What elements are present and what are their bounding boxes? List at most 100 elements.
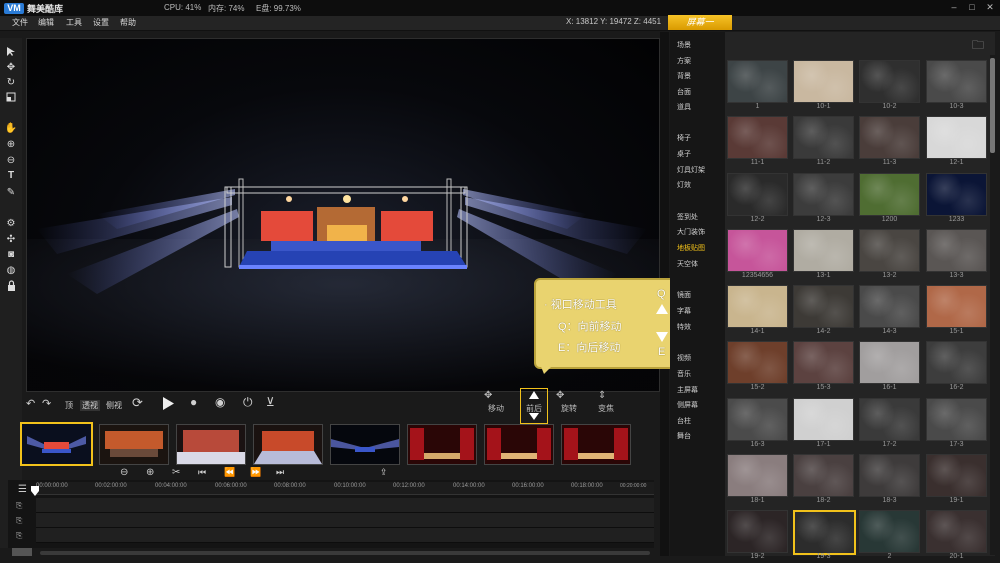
- texture-swatch[interactable]: [727, 116, 788, 159]
- scissors-icon[interactable]: ✂: [172, 467, 180, 478]
- texture-swatch[interactable]: [793, 454, 854, 497]
- texture-swatch[interactable]: [859, 398, 920, 441]
- zoom-in-icon[interactable]: ⊕: [146, 467, 154, 478]
- hand-icon[interactable]: ✋: [4, 123, 18, 135]
- zoom-in-icon[interactable]: ⊕: [4, 139, 18, 151]
- view-side-button[interactable]: 侧视: [106, 400, 122, 411]
- scene-thumbnail[interactable]: [407, 424, 477, 465]
- lock-icon[interactable]: [4, 280, 18, 292]
- redo-icon[interactable]: ↷: [42, 397, 51, 410]
- view-perspective-button[interactable]: 透视: [80, 400, 100, 411]
- gear-icon[interactable]: ⚙: [4, 218, 18, 230]
- category-item[interactable]: 灯效: [677, 180, 691, 190]
- texture-swatch[interactable]: [926, 398, 987, 441]
- category-item[interactable]: 场景: [677, 40, 691, 50]
- undo-icon[interactable]: ↶: [26, 397, 35, 410]
- eye-icon[interactable]: ◉: [215, 395, 225, 409]
- texture-swatch[interactable]: [859, 341, 920, 384]
- record-icon[interactable]: ●: [190, 395, 197, 409]
- forward-back-button[interactable]: 前后: [520, 388, 548, 424]
- category-item[interactable]: 主屏幕: [677, 385, 698, 395]
- texture-swatch[interactable]: [727, 510, 788, 553]
- folder-icon[interactable]: 🗀: [972, 36, 984, 57]
- scene-thumbnail[interactable]: [330, 424, 400, 465]
- step-back-icon[interactable]: ⏪: [224, 467, 235, 478]
- zoom-out-icon[interactable]: ⊖: [120, 467, 128, 478]
- category-item[interactable]: 道具: [677, 102, 691, 112]
- category-item[interactable]: 灯具灯架: [677, 165, 705, 175]
- rotate-icon[interactable]: ↻: [4, 77, 18, 89]
- texture-scrollbar-thumb[interactable]: [990, 58, 995, 153]
- texture-swatch[interactable]: [926, 454, 987, 497]
- texture-swatch[interactable]: [793, 116, 854, 159]
- menu-help[interactable]: 帮助: [120, 17, 136, 28]
- texture-swatch[interactable]: [793, 285, 854, 328]
- category-item[interactable]: 方案: [677, 56, 691, 66]
- category-item[interactable]: 特效: [677, 322, 691, 332]
- scene-thumbnail[interactable]: [99, 424, 169, 465]
- timeline-scrollbar[interactable]: [40, 551, 650, 555]
- category-item[interactable]: 大门装饰: [677, 227, 705, 237]
- scene-thumbnail[interactable]: [484, 424, 554, 465]
- category-item[interactable]: 地板贴图: [677, 243, 705, 253]
- rotate-label[interactable]: 旋转: [561, 403, 577, 414]
- texture-swatch[interactable]: [859, 173, 920, 216]
- texture-swatch[interactable]: [926, 341, 987, 384]
- play-icon[interactable]: [163, 397, 174, 412]
- category-item[interactable]: 背景: [677, 71, 691, 81]
- scene-thumbnail[interactable]: [20, 422, 93, 466]
- fit-icon[interactable]: ✣: [4, 234, 18, 246]
- category-item[interactable]: 侧屏幕: [677, 400, 698, 410]
- texture-swatch[interactable]: [926, 229, 987, 272]
- scene-thumbnail[interactable]: [176, 424, 246, 465]
- texture-swatch[interactable]: [859, 454, 920, 497]
- texture-swatch[interactable]: [727, 173, 788, 216]
- category-item[interactable]: 镜面: [677, 290, 691, 300]
- minimize-button[interactable]: –: [947, 1, 961, 14]
- texture-swatch[interactable]: [793, 510, 856, 555]
- select-arrow-icon[interactable]: [4, 46, 18, 58]
- category-item[interactable]: 音乐: [677, 369, 691, 379]
- texture-swatch[interactable]: [926, 60, 987, 103]
- texture-swatch[interactable]: [727, 285, 788, 328]
- zoom-label[interactable]: 变焦: [598, 403, 614, 414]
- view-top-button[interactable]: 顶: [65, 400, 73, 411]
- texture-swatch[interactable]: [859, 60, 920, 103]
- texture-swatch[interactable]: [793, 229, 854, 272]
- texture-swatch[interactable]: [859, 229, 920, 272]
- texture-swatch[interactable]: [793, 341, 854, 384]
- go-start-icon[interactable]: ⏮: [198, 467, 206, 478]
- category-item[interactable]: 视频: [677, 353, 691, 363]
- timeline-track[interactable]: [36, 498, 654, 513]
- text-icon[interactable]: T: [4, 170, 18, 182]
- texture-swatch[interactable]: [859, 285, 920, 328]
- step-forward-icon[interactable]: ⏩: [250, 467, 261, 478]
- texture-swatch[interactable]: [727, 60, 788, 103]
- collapse-button[interactable]: [12, 548, 32, 556]
- move-label[interactable]: 移动: [488, 403, 504, 414]
- menu-tools[interactable]: 工具: [66, 17, 82, 28]
- category-item[interactable]: 舞台: [677, 431, 691, 441]
- maximize-button[interactable]: □: [965, 1, 979, 14]
- category-item[interactable]: 台面: [677, 87, 691, 97]
- category-item[interactable]: 椅子: [677, 133, 691, 143]
- move-icon[interactable]: ✥: [4, 62, 18, 74]
- power-icon[interactable]: ⏻: [243, 395, 253, 410]
- category-item[interactable]: 台柱: [677, 416, 691, 426]
- texture-swatch[interactable]: [793, 60, 854, 103]
- texture-swatch[interactable]: [926, 173, 987, 216]
- texture-swatch[interactable]: [926, 510, 987, 553]
- zoom-direction-icon[interactable]: ⇕: [598, 390, 606, 401]
- menu-settings[interactable]: 设置: [93, 17, 109, 28]
- scene-thumbnail[interactable]: [253, 424, 323, 465]
- texture-swatch[interactable]: [926, 116, 987, 159]
- zoom-out-icon[interactable]: ⊖: [4, 155, 18, 167]
- texture-swatch[interactable]: [793, 173, 854, 216]
- texture-swatch[interactable]: [727, 341, 788, 384]
- playhead-icon[interactable]: [31, 486, 39, 498]
- category-item[interactable]: 签到处: [677, 212, 698, 222]
- texture-swatch[interactable]: [727, 398, 788, 441]
- close-button[interactable]: ✕: [983, 1, 997, 14]
- timeline-track[interactable]: [36, 528, 654, 543]
- export-icon[interactable]: ⇪: [380, 467, 388, 478]
